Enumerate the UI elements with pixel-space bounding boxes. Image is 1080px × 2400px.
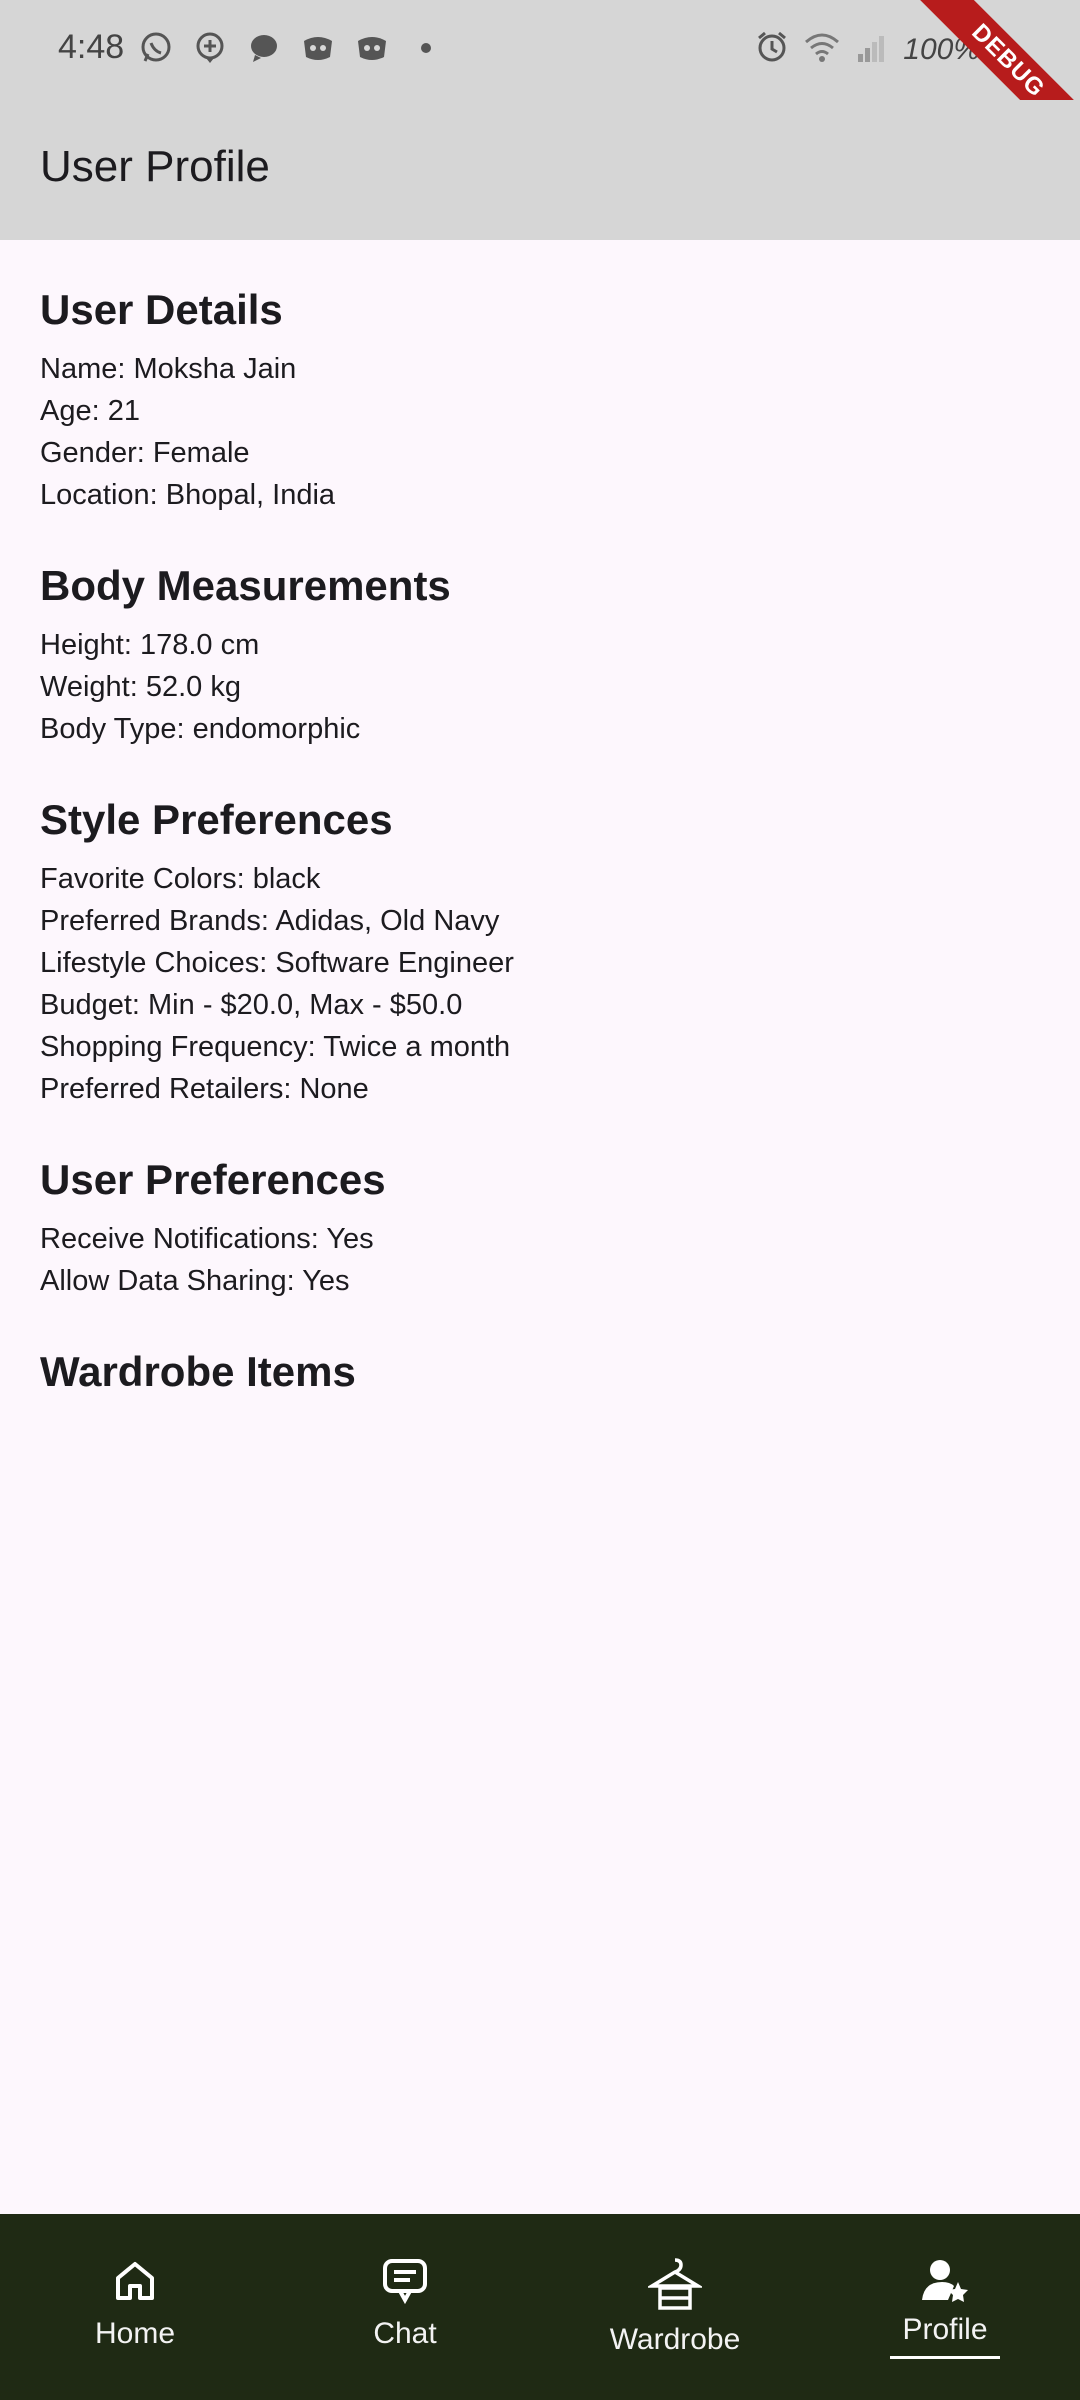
notifications-row: Receive Notifications: Yes bbox=[40, 1223, 374, 1255]
gender-row: Gender: Female bbox=[40, 437, 250, 469]
favorite-colors-row: Favorite Colors: black bbox=[40, 863, 321, 895]
nav-label: Profile bbox=[902, 2313, 988, 2346]
alarm-icon bbox=[755, 30, 789, 69]
age-row: Age: 21 bbox=[40, 395, 140, 427]
weight-row: Weight: 52.0 kg bbox=[40, 671, 241, 703]
discord-icon bbox=[300, 30, 336, 66]
hanger-icon bbox=[645, 2256, 705, 2317]
nav-label: Chat bbox=[373, 2317, 437, 2350]
more-dot-icon bbox=[408, 30, 444, 66]
data-sharing-row: Allow Data Sharing: Yes bbox=[40, 1265, 350, 1297]
whatsapp-icon bbox=[138, 30, 174, 66]
preferred-retailers-row: Preferred Retailers: None bbox=[40, 1073, 369, 1105]
wardrobe-items-section: Wardrobe Items bbox=[40, 1344, 1040, 1400]
user-details-section: User Details Name: Moksha Jain Age: 21 G… bbox=[40, 282, 1040, 516]
name-row: Name: Moksha Jain bbox=[40, 353, 297, 385]
height-row: Height: 178.0 cm bbox=[40, 629, 260, 661]
style-preferences-section: Style Preferences Favorite Colors: black… bbox=[40, 792, 1040, 1110]
body-measurements-section: Body Measurements Height: 178.0 cm Weigh… bbox=[40, 558, 1040, 750]
status-time: 4:48 bbox=[58, 28, 125, 66]
bottom-navigation: Home Chat Wardrobe Profile bbox=[0, 2214, 1080, 2400]
section-title: Body Measurements bbox=[40, 562, 451, 609]
page-title: User Profile bbox=[40, 142, 270, 191]
message-bubble-icon bbox=[246, 30, 282, 66]
body-type-row: Body Type: endomorphic bbox=[40, 713, 361, 745]
notification-icons bbox=[138, 30, 444, 66]
section-title: User Details bbox=[40, 286, 283, 333]
section-title: User Preferences bbox=[40, 1156, 386, 1203]
system-icons: 100% bbox=[755, 30, 980, 69]
nav-label: Home bbox=[94, 2317, 176, 2350]
discord-icon-2 bbox=[354, 30, 390, 66]
wifi-icon bbox=[803, 30, 841, 69]
nav-item-wardrobe[interactable]: Wardrobe bbox=[540, 2214, 810, 2400]
profile-content: User Details Name: Moksha Jain Age: 21 G… bbox=[40, 282, 1040, 1442]
shopping-frequency-row: Shopping Frequency: Twice a month bbox=[40, 1031, 511, 1063]
profile-icon bbox=[920, 2256, 970, 2311]
status-bar: 4:48 100% bbox=[0, 0, 1080, 100]
nav-item-profile[interactable]: Profile bbox=[810, 2214, 1080, 2400]
app-bar: User Profile bbox=[0, 100, 1080, 240]
active-indicator bbox=[890, 2356, 1000, 2359]
nav-item-chat[interactable]: Chat bbox=[270, 2214, 540, 2400]
budget-row: Budget: Min - $20.0, Max - $50.0 bbox=[40, 989, 463, 1021]
home-icon bbox=[110, 2256, 160, 2311]
preferred-brands-row: Preferred Brands: Adidas, Old Navy bbox=[40, 905, 500, 937]
add-chat-icon bbox=[192, 30, 228, 66]
location-row: Location: Bhopal, India bbox=[40, 479, 336, 511]
nav-label: Wardrobe bbox=[609, 2323, 741, 2356]
section-title: Style Preferences bbox=[40, 796, 393, 843]
chat-icon bbox=[380, 2256, 430, 2311]
nav-item-home[interactable]: Home bbox=[0, 2214, 270, 2400]
signal-icon bbox=[855, 30, 889, 69]
lifestyle-choices-row: Lifestyle Choices: Software Engineer bbox=[40, 947, 514, 979]
user-preferences-section: User Preferences Receive Notifications: … bbox=[40, 1152, 1040, 1302]
section-title: Wardrobe Items bbox=[40, 1348, 356, 1395]
